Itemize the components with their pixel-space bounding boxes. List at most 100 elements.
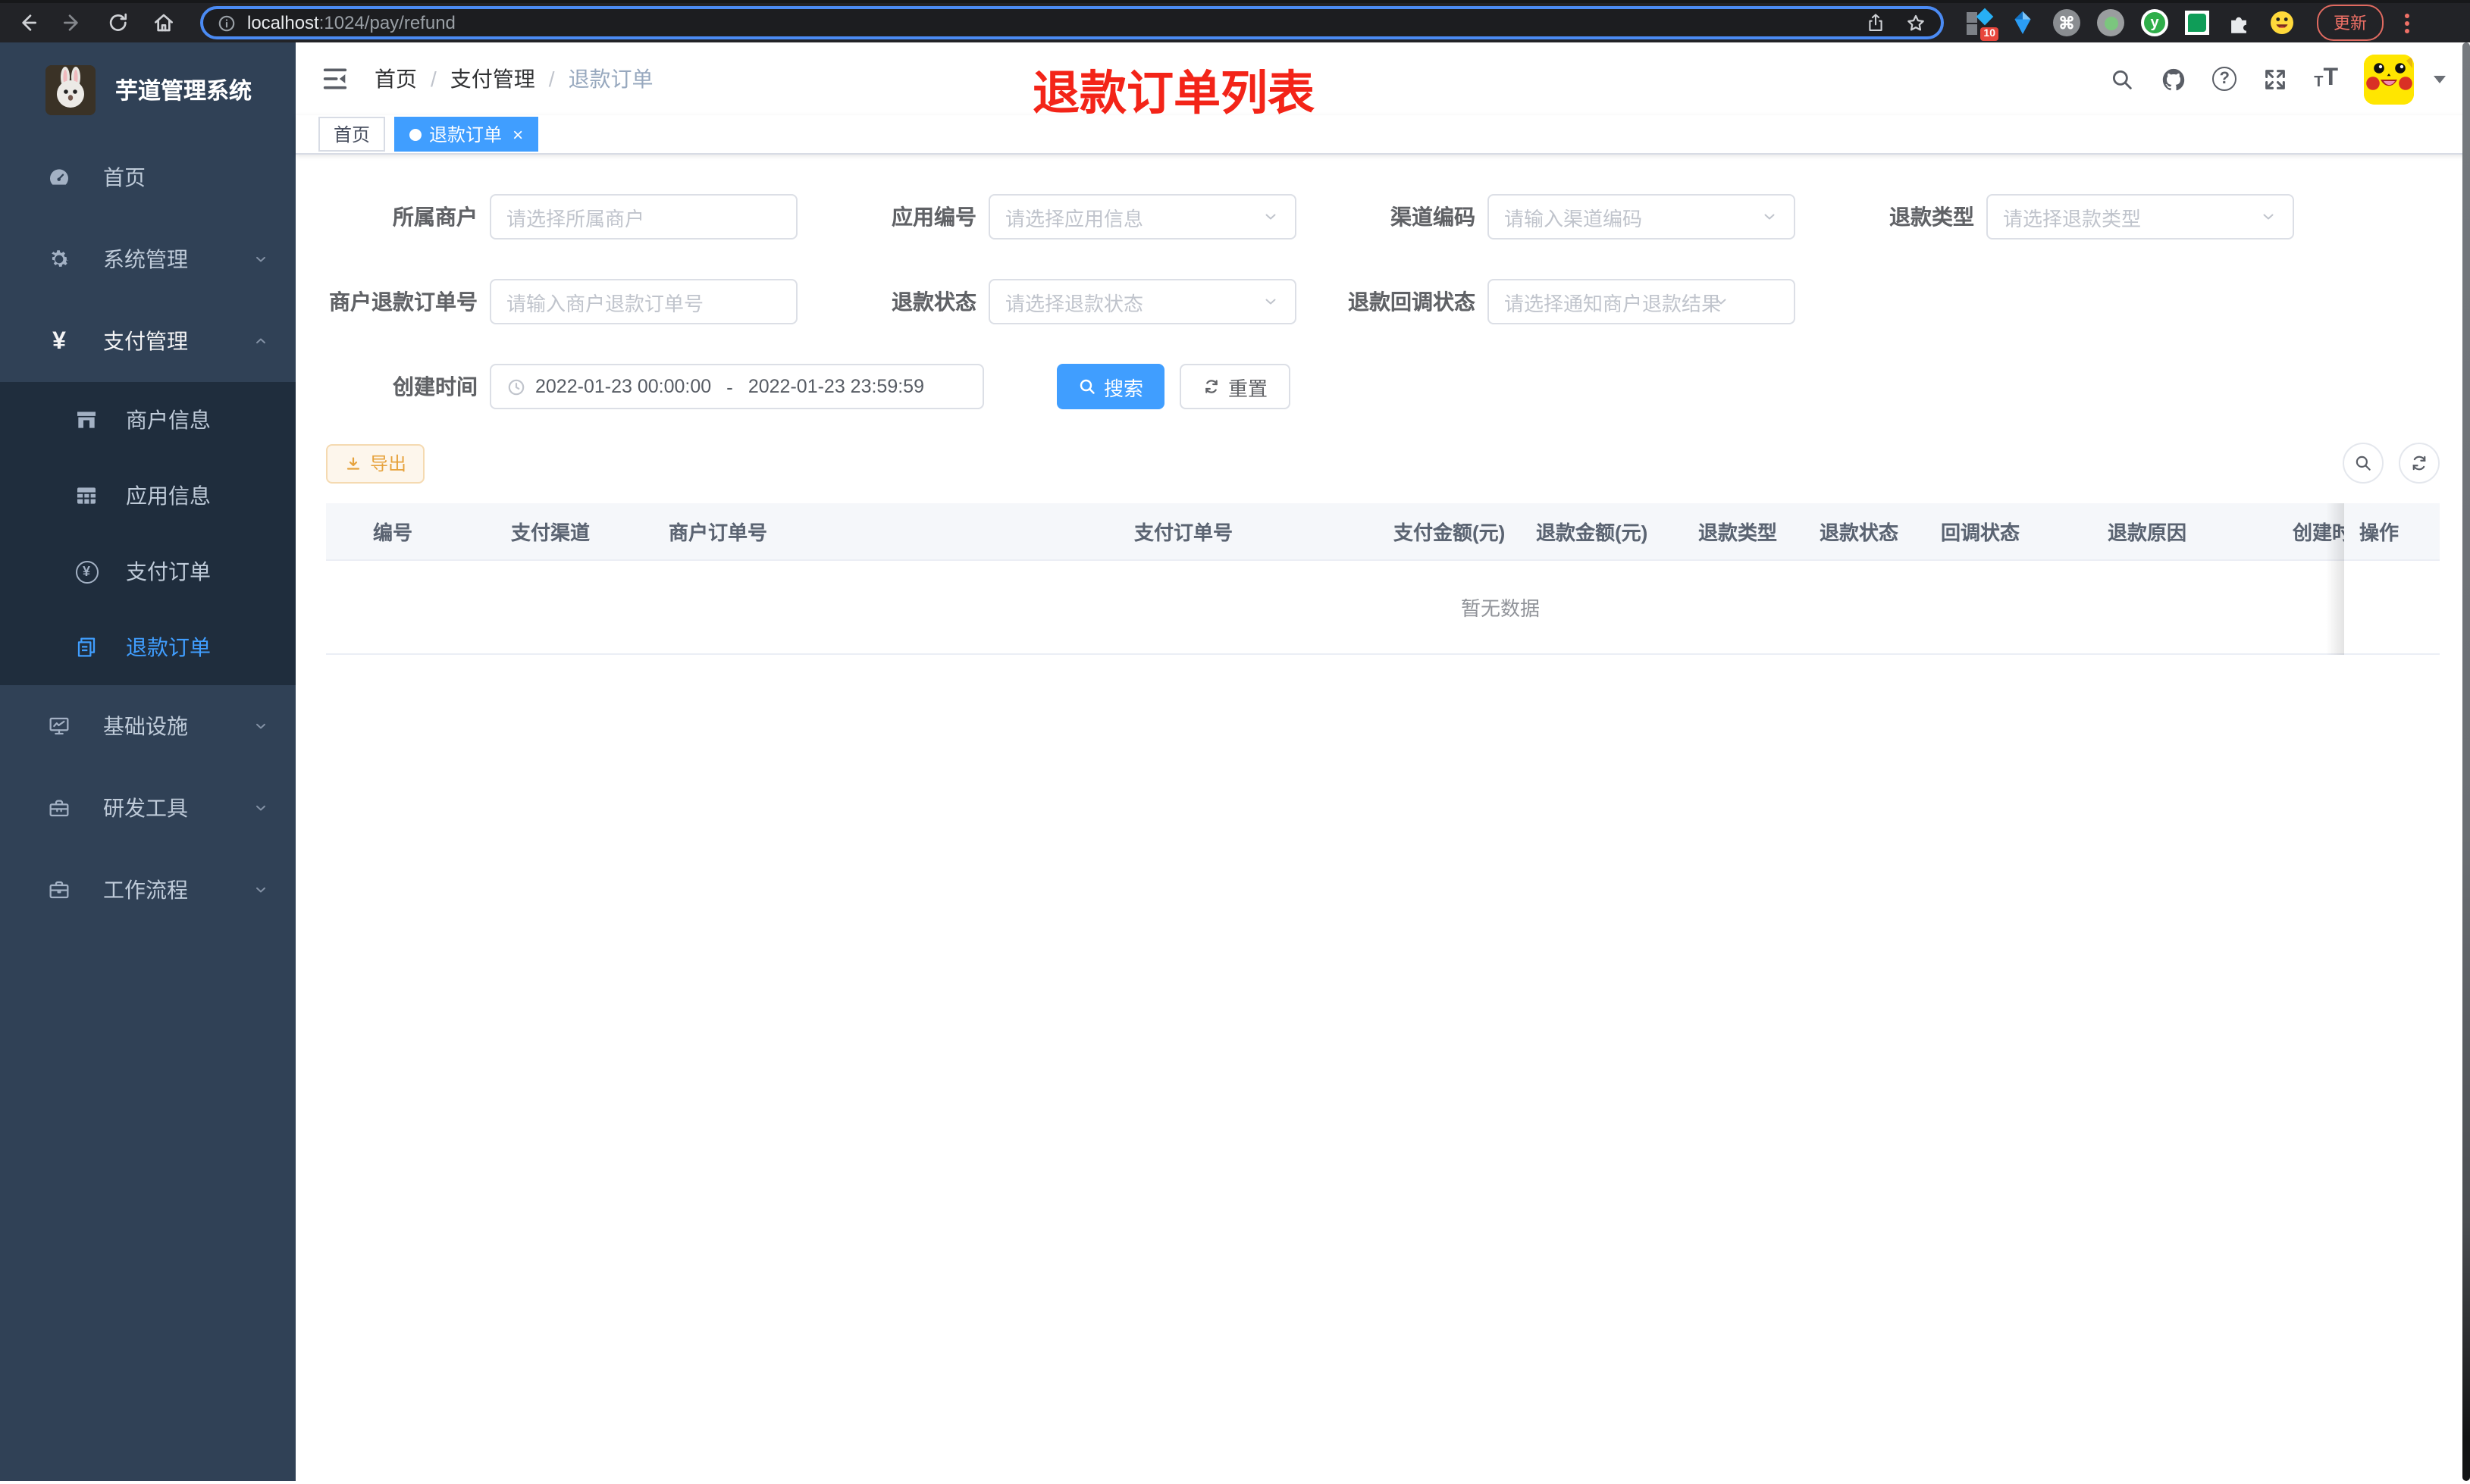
emoji-extension-icon[interactable] (2268, 9, 2296, 36)
sidebar-item-system[interactable]: 系统管理 (0, 218, 296, 300)
main-area: 退款订单列表 首页 / 支付管理 / 退款订单 ? TT 首页 退款订单 × 所… (296, 42, 2470, 1481)
notify-status-select[interactable]: 请选择通知商户退款结果 (1487, 279, 1795, 324)
site-info-icon[interactable] (217, 13, 237, 33)
page-scrollbar[interactable] (2462, 42, 2470, 1481)
show-search-button[interactable] (2343, 443, 2384, 484)
recorder-extension-icon[interactable] (2097, 9, 2124, 36)
bookmark-star-icon[interactable] (1904, 11, 1927, 34)
sidebar-item-dev-tools[interactable]: 研发工具 (0, 767, 296, 849)
sidebar-item-label: 商户信息 (126, 408, 211, 432)
sidebar-logo[interactable]: 芋道管理系统 (0, 42, 296, 136)
monitor-chart-icon (49, 717, 69, 735)
gem-extension-icon[interactable] (2009, 9, 2036, 36)
breadcrumb-separator: / (548, 67, 555, 91)
toolbox-icon (49, 800, 69, 817)
url-host: localhost (247, 12, 319, 33)
sidebar-item-label: 工作流程 (103, 878, 188, 902)
merchant-select[interactable]: 请选择所属商户 (490, 194, 798, 240)
app-select[interactable]: 请选择应用信息 (989, 194, 1296, 240)
date-start-value: 2022-01-23 00:00:00 (535, 376, 712, 397)
filter-merchant-refund-no: 商户退款订单号 请输入商户退款订单号 (326, 279, 798, 324)
sidebar-item-pay-order[interactable]: ¥ 支付订单 (0, 534, 296, 609)
sidebar-item-app-info[interactable]: 应用信息 (0, 458, 296, 534)
puzzle-extensions-icon[interactable] (2226, 10, 2252, 36)
chrome-update-button[interactable]: 更新 (2317, 5, 2384, 41)
filter-label: 所属商户 (393, 205, 478, 229)
share-icon[interactable] (1865, 12, 1886, 33)
refund-table: 编号 支付渠道 商户订单号 支付订单号 支付金额(元) 退款金额(元) 退款类型… (326, 503, 2440, 655)
placeholder: 请选择应用信息 (1005, 207, 1144, 230)
back-icon[interactable] (15, 11, 39, 35)
help-icon[interactable]: ? (2212, 67, 2237, 91)
refund-type-select[interactable]: 请选择退款类型 (1986, 194, 2294, 240)
url-text[interactable]: localhost:1024/pay/refund (247, 12, 456, 33)
app-root: localhost:1024/pay/refund 10 ⌘ y 更新 芋道管理… (0, 0, 2470, 1484)
y-extension-icon[interactable]: y (2141, 9, 2168, 36)
channel-select[interactable]: 请输入渠道编码 (1487, 194, 1795, 240)
address-bar[interactable]: localhost:1024/pay/refund (200, 6, 1944, 39)
merchant-refund-no-input[interactable]: 请输入商户退款订单号 (490, 279, 798, 324)
font-size-icon[interactable]: TT (2314, 66, 2338, 91)
gear-icon (52, 250, 69, 267)
search-icon[interactable] (2109, 66, 2135, 92)
question-glyph: ? (2219, 70, 2230, 88)
refund-status-select[interactable]: 请选择退款状态 (989, 279, 1296, 324)
sidebar-item-refund-order[interactable]: 退款订单 (0, 609, 296, 685)
github-icon[interactable] (2161, 66, 2186, 92)
home-icon[interactable] (152, 11, 176, 35)
chevron-down-icon (1265, 299, 1276, 305)
close-tab-icon[interactable]: × (512, 125, 523, 143)
chat-extension-icon[interactable] (2185, 11, 2209, 35)
column-header: 退款状态 (1820, 521, 1899, 544)
tab-refund-order[interactable]: 退款订单 × (394, 117, 539, 152)
t-small-glyph: T (2314, 74, 2324, 91)
chevron-down-icon (1764, 214, 1775, 220)
column-header: 支付金额(元) (1393, 521, 1506, 544)
search-button[interactable]: 搜索 (1057, 364, 1165, 409)
chrome-menu-icon[interactable] (2402, 10, 2412, 36)
sidebar-item-merchant-info[interactable]: 商户信息 (0, 382, 296, 458)
sidebar-item-label: 系统管理 (103, 247, 188, 271)
filter-label: 商户退款订单号 (329, 290, 478, 314)
filter-row-3: 创建时间 2022-01-23 00:00:00 - 2022-01-23 23… (326, 364, 2440, 409)
reload-icon[interactable] (106, 11, 130, 35)
devtools-extension-icon[interactable]: 10 (1965, 8, 1998, 41)
app-title: 芋道管理系统 (115, 78, 252, 104)
user-avatar[interactable] (2364, 54, 2414, 104)
briefcase-icon (49, 881, 69, 899)
filter-row-2: 商户退款订单号 请输入商户退款订单号 退款状态 请选择退款状态 退款回调状态 请… (326, 279, 2440, 324)
sidebar-item-infra[interactable]: 基础设施 (0, 685, 296, 767)
filter-refund-status: 退款状态 请选择退款状态 (825, 279, 1296, 324)
date-range-picker[interactable]: 2022-01-23 00:00:00 - 2022-01-23 23:59:5… (490, 364, 984, 409)
filter-app: 应用编号 请选择应用信息 (825, 194, 1296, 240)
placeholder: 请选择所属商户 (506, 207, 645, 230)
sidebar-item-label: 支付订单 (126, 559, 211, 584)
sidebar-collapse-icon[interactable] (320, 64, 350, 94)
sidebar-item-label: 研发工具 (103, 796, 188, 820)
sidebar-item-workflow[interactable]: 工作流程 (0, 849, 296, 931)
sidebar-item-pay[interactable]: ¥ 支付管理 (0, 300, 296, 382)
sidebar-item-home[interactable]: 首页 (0, 136, 296, 218)
fullscreen-icon[interactable] (2262, 66, 2288, 92)
tab-home[interactable]: 首页 (318, 117, 386, 152)
reset-button[interactable]: 重置 (1180, 364, 1291, 409)
forward-icon[interactable] (61, 11, 85, 35)
column-header-actions: 操作 (2359, 521, 2399, 544)
column-header: 退款金额(元) (1536, 521, 1648, 544)
breadcrumb-home[interactable]: 首页 (375, 64, 417, 94)
sidebar-item-label: 首页 (103, 165, 146, 189)
filter-label: 退款状态 (892, 290, 976, 314)
export-button[interactable]: 导出 (326, 443, 425, 483)
breadcrumb-separator: / (431, 67, 437, 91)
tab-label: 退款订单 (429, 124, 503, 146)
refresh-table-button[interactable] (2399, 443, 2440, 484)
button-label: 搜索 (1104, 377, 1144, 399)
refresh-icon (1205, 380, 1218, 393)
avatar-caret-icon[interactable] (2434, 75, 2446, 83)
sidebar-item-label: 退款订单 (126, 635, 211, 659)
button-label: 导出 (370, 453, 407, 474)
command-extension-icon[interactable]: ⌘ (2053, 9, 2080, 36)
browser-chrome: localhost:1024/pay/refund 10 ⌘ y 更新 (0, 0, 2470, 42)
storefront-icon (77, 412, 96, 428)
breadcrumb-pay[interactable]: 支付管理 (450, 64, 535, 94)
